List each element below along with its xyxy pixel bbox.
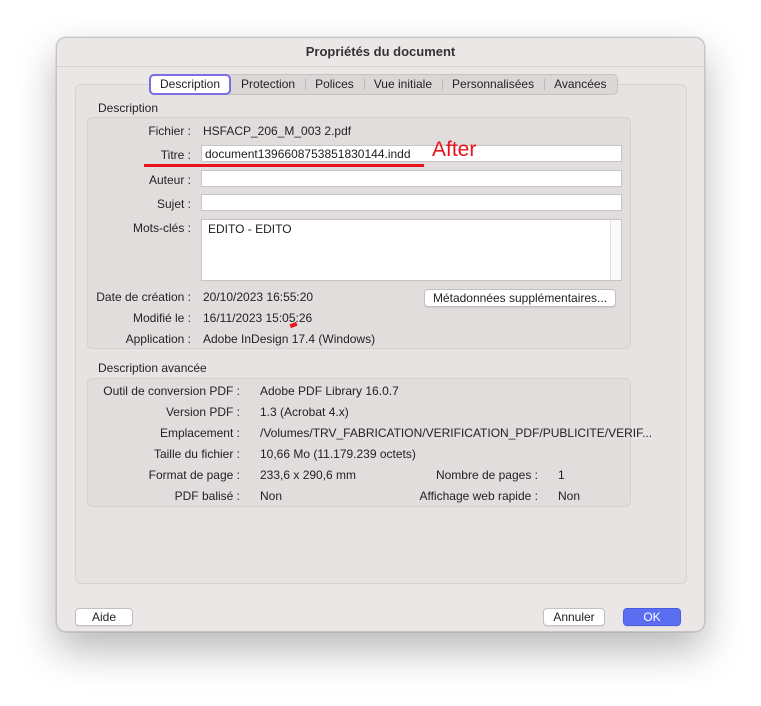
keywords-textarea[interactable]: EDITO - EDITO (201, 219, 622, 281)
created-label: Date de création : (96, 290, 191, 304)
page-size-value: 233,6 x 290,6 mm (260, 468, 357, 482)
more-metadata-button[interactable]: Métadonnées supplémentaires... (424, 289, 616, 307)
tab-description[interactable]: Description (149, 74, 232, 95)
tab-custom[interactable]: Personnalisées (442, 75, 544, 94)
page-size-label: Format de page : (148, 468, 240, 482)
ok-button[interactable]: OK (623, 608, 681, 626)
subject-field[interactable] (201, 194, 622, 211)
page-count-label: Nombre de pages : (435, 468, 538, 482)
title-field[interactable]: document1396608753851830144.indd (201, 145, 622, 162)
file-size-label: Taille du fichier : (153, 447, 240, 461)
application-value: Adobe InDesign 17.4 (Windows) (203, 332, 376, 346)
tagged-pdf-value: Non (260, 489, 283, 503)
file-label: Fichier : (148, 124, 191, 138)
tab-initial-view[interactable]: Vue initiale (363, 75, 442, 94)
document-properties-dialog: Propriétés du document Description Prote… (56, 37, 705, 632)
file-value: HSFACP_206_M_003 2.pdf (203, 124, 352, 138)
title-separator (57, 66, 704, 67)
application-label: Application : (125, 332, 191, 346)
location-value: /Volumes/TRV_FABRICATION/VERIFICATION_PD… (260, 426, 653, 440)
author-field[interactable] (201, 170, 622, 187)
annotation-after-label: After (432, 138, 477, 161)
title-label: Titre : (160, 148, 191, 162)
advanced-section-title: Description avancée (98, 361, 207, 375)
cancel-button[interactable]: Annuler (543, 608, 605, 626)
tab-protection[interactable]: Protection (231, 75, 305, 94)
fast-web-view-value: Non (558, 489, 581, 503)
dialog-title: Propriétés du document (305, 44, 456, 59)
keywords-text: EDITO - EDITO (208, 222, 292, 236)
file-size-value: 10,66 Mo (11.179.239 octets) (260, 447, 416, 461)
pdf-version-label: Version PDF : (165, 405, 240, 419)
created-value: 20/10/2023 16:55:20 (203, 290, 314, 304)
pdf-producer-value: Adobe PDF Library 16.0.7 (260, 384, 399, 398)
modified-label: Modifié le : (132, 311, 191, 325)
subject-label: Sujet : (156, 197, 191, 211)
tab-fonts[interactable]: Polices (305, 75, 364, 94)
author-label: Auteur : (148, 173, 191, 187)
pdf-producer-label: Outil de conversion PDF : (103, 384, 240, 398)
description-section-title: Description (98, 101, 159, 115)
help-button[interactable]: Aide (75, 608, 133, 626)
fast-web-view-label: Affichage web rapide : (419, 489, 538, 503)
tab-bar: Description Protection Polices Vue initi… (149, 74, 618, 95)
location-label: Emplacement : (159, 426, 240, 440)
annotation-underline (144, 164, 424, 167)
pdf-version-value: 1.3 (Acrobat 4.x) (260, 405, 349, 419)
keywords-label: Mots-clés : (132, 221, 191, 235)
page-count-value: 1 (558, 468, 565, 482)
tab-advanced[interactable]: Avancées (544, 75, 616, 94)
keywords-scrollbar[interactable] (610, 220, 621, 280)
tagged-pdf-label: PDF balisé : (174, 489, 240, 503)
